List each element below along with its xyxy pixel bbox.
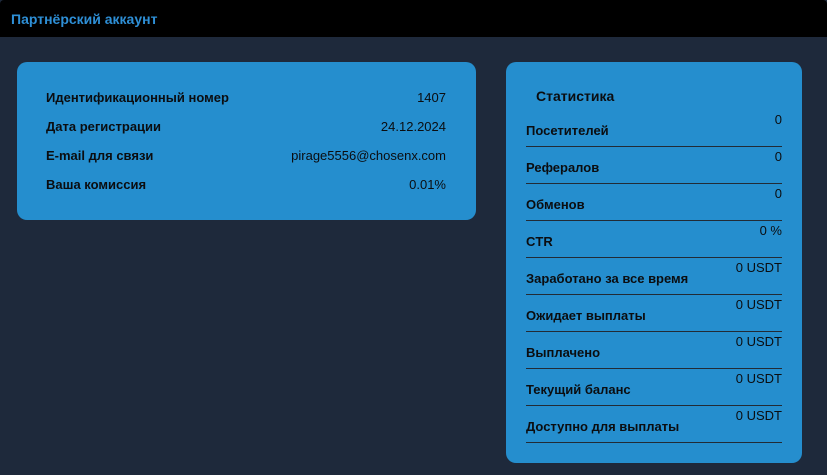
stat-label: Доступно для выплаты <box>526 419 680 434</box>
account-row-registration-date: Дата регистрации 24.12.2024 <box>46 116 446 136</box>
stat-row-visitors: Посетителей 0 <box>526 110 782 147</box>
page-title: Партнёрский аккаунт <box>11 11 158 27</box>
stat-label: Выплачено <box>526 345 601 360</box>
stat-value: 0 USDT <box>735 297 782 312</box>
stat-row-referrals: Рефералов 0 <box>526 147 782 184</box>
account-row-id: Идентификационный номер 1407 <box>46 87 446 107</box>
stat-row-paid-out: Выплачено 0 USDT <box>526 332 782 369</box>
account-value: 24.12.2024 <box>380 118 446 134</box>
account-value: pirage5556@chosenx.com <box>291 147 446 163</box>
stat-value: 0 <box>774 186 782 201</box>
stat-label: Ожидает выплаты <box>526 308 646 323</box>
account-label: Дата регистрации <box>46 118 162 134</box>
account-label: E-mail для связи <box>46 147 154 163</box>
account-row-commission: Ваша комиссия 0.01% <box>46 174 446 194</box>
account-label: Ваша комиссия <box>46 176 147 192</box>
stat-label: CTR <box>526 234 553 249</box>
stat-label: Рефералов <box>526 160 600 175</box>
stat-label: Заработано за все время <box>526 271 689 286</box>
page-header: Партнёрский аккаунт <box>0 0 827 37</box>
stat-value: 0 <box>774 112 782 127</box>
account-value: 0.01% <box>409 176 446 192</box>
stat-row-ctr: CTR 0 % <box>526 221 782 258</box>
stat-value: 0 USDT <box>735 408 782 423</box>
stat-row-earned-total: Заработано за все время 0 USDT <box>526 258 782 295</box>
stat-row-exchanges: Обменов 0 <box>526 184 782 221</box>
account-label: Идентификационный номер <box>46 89 229 105</box>
statistics-card: Статистика Посетителей 0 Рефералов 0 Обм… <box>506 62 802 463</box>
stat-value: 0 USDT <box>735 371 782 386</box>
stat-value: 0 USDT <box>735 334 782 349</box>
statistics-title: Статистика <box>536 88 615 104</box>
stat-row-current-balance: Текущий баланс 0 USDT <box>526 369 782 406</box>
stat-row-pending-payout: Ожидает выплаты 0 USDT <box>526 295 782 332</box>
stat-value: 0 <box>774 149 782 164</box>
account-row-email: E-mail для связи pirage5556@chosenx.com <box>46 145 446 165</box>
stat-value: 0 USDT <box>735 260 782 275</box>
account-value: 1407 <box>417 89 446 105</box>
stat-row-available-payout: Доступно для выплаты 0 USDT <box>526 406 782 443</box>
stat-label: Текущий баланс <box>526 382 631 397</box>
partner-account-page: Партнёрский аккаунт Идентификационный но… <box>0 0 827 475</box>
stat-value: 0 % <box>759 223 782 238</box>
stat-label: Обменов <box>526 197 585 212</box>
account-info-card: Идентификационный номер 1407 Дата регист… <box>17 62 476 220</box>
stat-label: Посетителей <box>526 123 609 138</box>
